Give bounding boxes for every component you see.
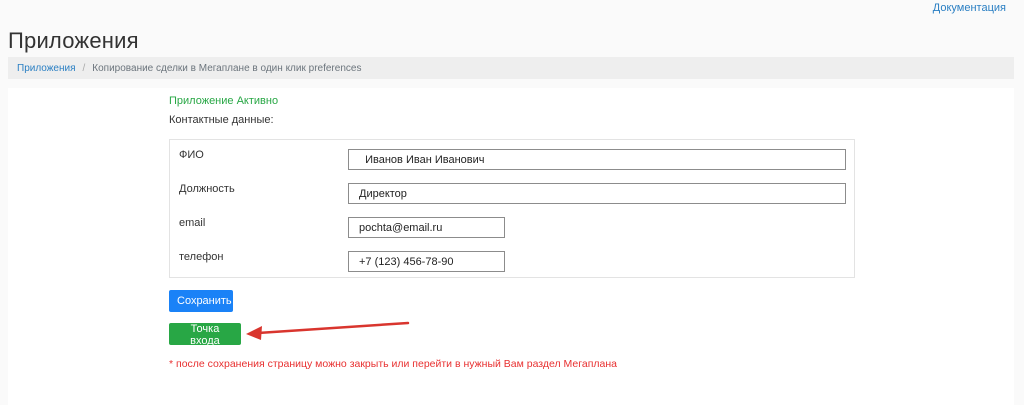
breadcrumb-separator: / (82, 62, 86, 74)
phone-input[interactable] (348, 251, 505, 272)
contacts-heading: Контактные данные: (169, 114, 274, 126)
content-panel: Приложение Активно Контактные данные: ФИ… (8, 88, 1014, 405)
arrow-annotation-icon (246, 321, 410, 340)
save-button[interactable]: Сохранить (169, 290, 233, 312)
documentation-link[interactable]: Документация (933, 2, 1006, 14)
position-input[interactable] (348, 183, 846, 204)
breadcrumb: Приложения / Копирование сделки в Мегапл… (8, 57, 1014, 79)
breadcrumb-current: Копирование сделки в Мегаплане в один кл… (92, 62, 362, 74)
email-input[interactable] (348, 217, 505, 238)
page-title: Приложения (8, 28, 139, 53)
phone-label: телефон (179, 251, 224, 263)
entry-point-button[interactable]: Точка входа (169, 323, 241, 347)
app-status: Приложение Активно (169, 95, 279, 107)
email-label: email (179, 217, 206, 229)
breadcrumb-root-link[interactable]: Приложения (17, 63, 76, 74)
contact-form: ФИО Должность email телефон (169, 139, 855, 278)
fio-label: ФИО (179, 149, 204, 161)
position-label: Должность (179, 183, 235, 195)
fio-input[interactable] (348, 149, 846, 170)
save-note: * после сохранения страницу можно закрыт… (169, 358, 617, 370)
